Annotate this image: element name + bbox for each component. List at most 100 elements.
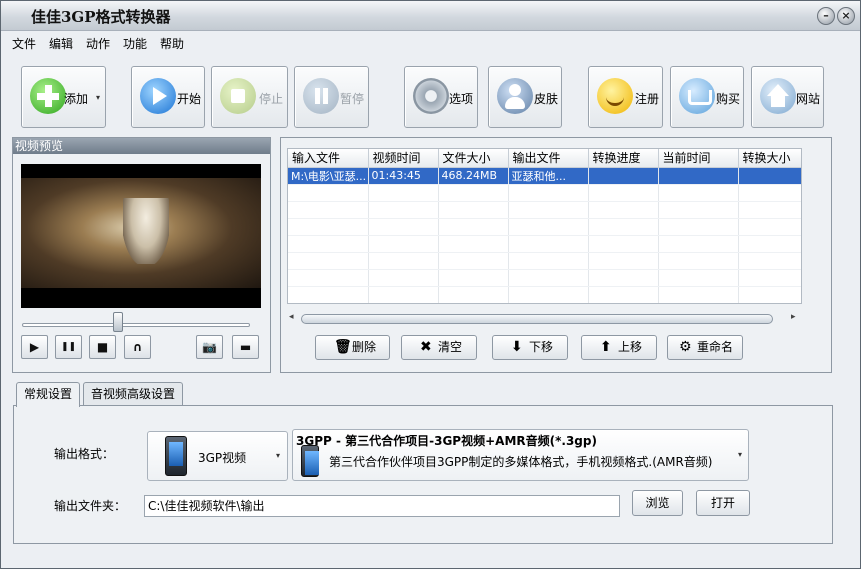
video-character [123,198,169,264]
clear-x-icon: ✖ [420,339,432,355]
move-up-button[interactable]: ⬆ 上移 [581,335,657,360]
buy-button[interactable]: 购买 [670,66,744,128]
table-row-empty[interactable] [288,269,801,287]
table-cell [368,218,439,236]
output-folder-field[interactable]: C:\佳佳视频软件\输出 [144,495,620,517]
column-header[interactable]: 文件大小 [438,149,509,168]
clear-button[interactable]: ✖ 清空 [401,335,477,360]
open-button[interactable]: 打开 [696,490,750,516]
menu-action[interactable]: 动作 [86,35,110,52]
scrollbar-thumb[interactable] [301,314,773,324]
table-cell [288,218,369,236]
chevron-down-icon[interactable]: ▾ [96,93,100,102]
scroll-left-icon[interactable]: ◂ [289,312,294,322]
table-row[interactable]: M:\电影\亚瑟... 01:43:45 468.24MB 亚瑟和他... [288,167,801,185]
table-cell [438,201,509,219]
register-button[interactable]: 注册 [588,66,663,128]
table-cell [288,269,369,287]
pause-icon [303,78,339,114]
move-down-button[interactable]: ⬇ 下移 [492,335,568,360]
home-icon [760,78,796,114]
add-button[interactable]: 添加 ▾ [21,66,106,128]
title-bar[interactable]: 佳佳3GP格式转换器 – × [1,1,860,31]
move-down-label: 下移 [529,340,554,354]
pause-button[interactable]: 暂停 [294,66,369,128]
seek-slider-track[interactable] [22,323,250,327]
close-button[interactable]: × [837,7,855,25]
video-frame[interactable] [21,164,261,308]
column-header[interactable]: 视频时间 [368,149,439,168]
column-header[interactable]: 转换进度 [588,149,659,168]
trash-icon: 🗑 [334,339,352,355]
format-profile-title: 3GPP - 第三代合作项目-3GP视频+AMR音频(*.3gp) [296,434,597,448]
table-cell [738,167,801,185]
open-folder-button[interactable]: ▬ [232,335,259,359]
table-cell [508,286,589,303]
menu-function[interactable]: 功能 [123,35,147,52]
table-cell [438,269,509,287]
minimize-button[interactable]: – [817,7,835,25]
table-cell [588,235,659,253]
preview-pause-button[interactable]: ❚❚ [55,335,82,359]
table-row-empty[interactable] [288,201,801,219]
add-label: 添加 [64,92,89,106]
table-cell [588,286,659,303]
tab-av-advanced-settings[interactable]: 音视频高级设置 [83,382,183,406]
preview-title: 视频预览 [13,138,270,154]
scroll-right-icon[interactable]: ▸ [791,312,796,322]
tab-general-settings[interactable]: 常规设置 [16,382,80,407]
seek-slider-thumb[interactable] [112,312,123,332]
output-folder-label: 输出文件夹： [54,499,127,513]
rename-button[interactable]: ⚙ 重命名 [667,335,743,360]
browse-button[interactable]: 浏览 [632,490,683,516]
window-title: 佳佳3GP格式转换器 [31,8,171,26]
menu-file[interactable]: 文件 [12,35,36,52]
clear-label: 清空 [438,340,463,354]
video-scene [21,178,261,288]
table-cell [658,218,739,236]
loop-button[interactable]: ∩ [124,335,151,359]
play-button[interactable]: ▶ [21,335,48,359]
table-row-empty[interactable] [288,218,801,236]
table-row-empty[interactable] [288,252,801,270]
table-row-empty[interactable] [288,286,801,303]
table-cell [658,252,739,270]
format-category-select[interactable]: 3GP视频 ▾ [147,431,288,481]
table-cell [738,235,801,253]
table-cell [508,252,589,270]
horizontal-scrollbar[interactable]: ◂ ▸ [287,311,802,327]
stop-button[interactable]: 停止 [211,66,288,128]
table-cell [508,201,589,219]
options-label: 选项 [449,92,474,106]
column-header[interactable]: 当前时间 [658,149,739,168]
menu-help[interactable]: 帮助 [160,35,184,52]
table-cell [658,269,739,287]
column-header[interactable]: 输入文件 [288,149,369,168]
stop-label: 停止 [259,92,284,106]
website-button[interactable]: 网站 [751,66,824,128]
delete-button[interactable]: 🗑 删除 [315,335,390,360]
table-cell [368,269,439,287]
options-button[interactable]: 选项 [404,66,478,128]
column-header[interactable]: 输出文件 [508,149,589,168]
menu-edit[interactable]: 编辑 [49,35,73,52]
add-icon [30,78,66,114]
file-list-table[interactable]: 输入文件 视频时间 文件大小 输出文件 转换进度 当前时间 转换大小 M:\电影… [287,148,802,304]
snapshot-button[interactable]: 📷 [196,335,223,359]
table-row-empty[interactable] [288,184,801,202]
table-cell [738,201,801,219]
table-cell [588,252,659,270]
column-header[interactable]: 转换大小 [738,149,801,168]
table-row-empty[interactable] [288,235,801,253]
format-profile-select[interactable]: 3GPP - 第三代合作项目-3GP视频+AMR音频(*.3gp) 第三代合作伙… [292,429,749,481]
preview-stop-button[interactable]: ■ [89,335,116,359]
website-label: 网站 [796,92,821,106]
chevron-down-icon: ▾ [276,451,281,460]
skin-button[interactable]: 皮肤 [488,66,562,128]
start-button[interactable]: 开始 [131,66,205,128]
table-cell [508,235,589,253]
table-cell [658,235,739,253]
table-cell [658,184,739,202]
table-cell [588,269,659,287]
table-cell [438,286,509,303]
